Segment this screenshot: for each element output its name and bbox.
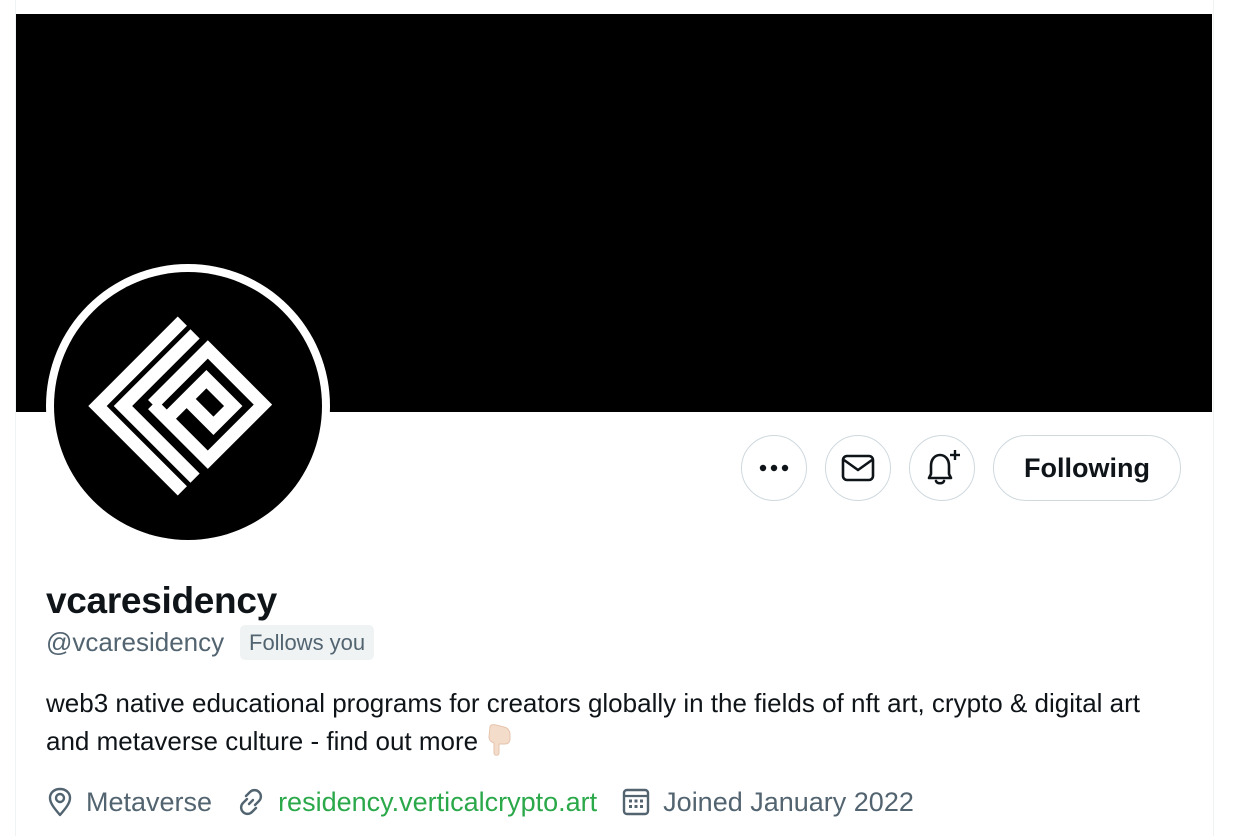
location-text: Metaverse <box>86 786 213 817</box>
bell-plus-icon <box>927 450 960 485</box>
message-button[interactable] <box>825 435 891 501</box>
calendar-icon <box>622 788 650 816</box>
location-item: Metaverse <box>46 787 212 818</box>
bio-text: web3 native educational programs for cre… <box>46 688 1141 756</box>
website-link[interactable]: residency.verticalcrypto.art <box>278 787 597 818</box>
profile-handle: @vcaresidency <box>46 627 225 657</box>
follows-you-badge: Follows you <box>240 625 375 660</box>
more-dots-icon <box>759 464 789 472</box>
envelope-icon <box>841 454 875 482</box>
website-item[interactable]: residency.verticalcrypto.art <box>236 787 597 818</box>
joined-text: Joined January 2022 <box>663 786 914 817</box>
vca-logo-icon <box>88 316 273 496</box>
display-name: vcaresidency <box>46 580 277 621</box>
joined-item: Joined January 2022 <box>621 787 914 818</box>
link-icon <box>239 788 263 816</box>
notifications-button[interactable] <box>909 435 975 501</box>
profile-bio: web3 native educational programs for cre… <box>46 684 1166 767</box>
following-button[interactable]: Following <box>993 435 1181 501</box>
location-pin-icon <box>48 787 72 817</box>
pointing-down-hand-icon <box>484 723 512 767</box>
avatar[interactable] <box>54 272 322 540</box>
more-button[interactable] <box>741 435 807 501</box>
profile-meta: Metaverse residency.verticalcrypto.art J… <box>46 782 938 822</box>
following-button-label: Following <box>1024 452 1150 483</box>
